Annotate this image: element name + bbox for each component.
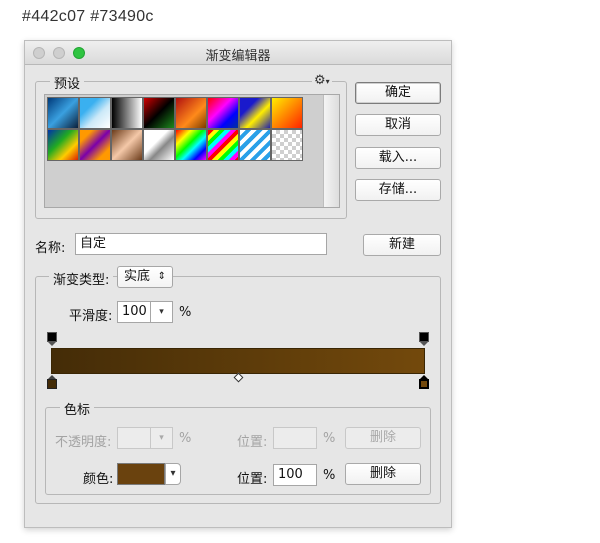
ok-button[interactable]: 确定 bbox=[355, 82, 441, 104]
title-bar: 渐变编辑器 bbox=[25, 41, 451, 65]
gradient-type-value: 实底 bbox=[124, 269, 151, 284]
color-stop-right[interactable] bbox=[419, 375, 429, 389]
smoothness-unit: % bbox=[179, 305, 192, 320]
gradient-type-select[interactable]: 实底 ⇕ bbox=[117, 266, 173, 288]
gear-icon: ⚙ bbox=[314, 73, 326, 88]
preset-swatch[interactable] bbox=[143, 97, 175, 129]
color-stop-left[interactable] bbox=[47, 375, 57, 389]
up-down-caret-icon: ⇕ bbox=[157, 271, 166, 282]
opacity-unit: % bbox=[179, 431, 192, 446]
opacity-location-label: 位置: bbox=[237, 435, 268, 450]
opacity-location-unit: % bbox=[323, 431, 336, 446]
delete-opacity-stop-button: 删除 bbox=[345, 427, 421, 449]
save-button[interactable]: 存储... bbox=[355, 179, 441, 201]
opacity-location-input bbox=[273, 427, 317, 449]
preset-swatch[interactable] bbox=[175, 129, 207, 161]
gradient-preview-bar[interactable] bbox=[51, 348, 425, 374]
preset-swatch[interactable] bbox=[111, 97, 143, 129]
opacity-dropdown: ▾ bbox=[151, 427, 173, 449]
hex-caption: #442c07 #73490c bbox=[22, 8, 154, 25]
preset-swatch[interactable] bbox=[111, 129, 143, 161]
stops-legend: 色标 bbox=[60, 399, 95, 418]
preset-options-menu[interactable]: ⚙▾ bbox=[312, 73, 332, 88]
new-button[interactable]: 新建 bbox=[363, 234, 441, 256]
gradient-editor-window: 渐变编辑器 预设 ⚙▾ 确定 取消 载入... 存储... 名称: 自定 新建 … bbox=[24, 40, 452, 528]
preset-swatch[interactable] bbox=[79, 129, 111, 161]
stop-color-dropdown[interactable]: ▾ bbox=[165, 463, 181, 485]
smoothness-dropdown[interactable]: ▾ bbox=[151, 301, 173, 323]
preset-swatch[interactable] bbox=[143, 129, 175, 161]
color-location-unit: % bbox=[323, 468, 336, 483]
preset-swatch[interactable] bbox=[207, 97, 239, 129]
preset-swatch[interactable] bbox=[47, 97, 79, 129]
window-title: 渐变编辑器 bbox=[205, 49, 271, 64]
preset-swatch[interactable] bbox=[271, 129, 303, 161]
preset-swatch[interactable] bbox=[239, 97, 271, 129]
preset-swatch[interactable] bbox=[271, 97, 303, 129]
preset-swatch[interactable] bbox=[207, 129, 239, 161]
smoothness-label: 平滑度: bbox=[69, 309, 113, 324]
name-input[interactable]: 自定 bbox=[75, 233, 327, 255]
smoothness-input[interactable]: 100 bbox=[117, 301, 151, 323]
color-location-label: 位置: bbox=[237, 472, 268, 487]
opacity-stop-right[interactable] bbox=[419, 332, 429, 346]
preset-swatch[interactable] bbox=[47, 129, 79, 161]
preset-swatch[interactable] bbox=[239, 129, 271, 161]
opacity-label: 不透明度: bbox=[55, 435, 112, 450]
presets-group: 预设 ⚙▾ bbox=[35, 73, 347, 219]
preset-swatch[interactable] bbox=[79, 97, 111, 129]
load-button[interactable]: 载入... bbox=[355, 147, 441, 169]
presets-legend: 预设 bbox=[50, 73, 85, 92]
opacity-input bbox=[117, 427, 151, 449]
color-label: 颜色: bbox=[83, 472, 114, 487]
gradient-type-label: 渐变类型: bbox=[49, 269, 114, 288]
delete-color-stop-button[interactable]: 删除 bbox=[345, 463, 421, 485]
cancel-button[interactable]: 取消 bbox=[355, 114, 441, 136]
name-label: 名称: bbox=[35, 241, 66, 256]
stop-color-swatch[interactable] bbox=[117, 463, 165, 485]
caret-down-icon: ▾ bbox=[325, 77, 330, 86]
preset-swatch[interactable] bbox=[175, 97, 207, 129]
color-location-input[interactable]: 100 bbox=[273, 464, 317, 486]
preset-swatch-grid bbox=[47, 97, 303, 161]
opacity-stop-left[interactable] bbox=[47, 332, 57, 346]
presets-scrollbar[interactable] bbox=[323, 95, 339, 207]
preset-swatch-area[interactable] bbox=[44, 94, 340, 208]
